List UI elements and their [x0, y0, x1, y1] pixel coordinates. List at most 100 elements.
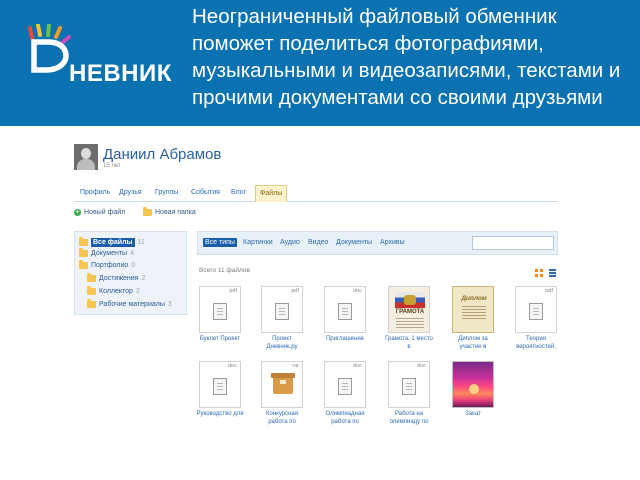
profile-tabs: Профиль Друзья Группы События Блог Файлы [74, 183, 558, 202]
file-name[interactable]: Грамота, 1 место в [384, 336, 434, 351]
certificate-thumbnail[interactable]: ГРАМОТА [388, 286, 430, 333]
sidebar-item-work-materials[interactable]: Рабочие материалы 3 [87, 299, 172, 308]
profile-name[interactable]: Даниил Абрамов [103, 146, 221, 163]
file-ext: pdf [291, 288, 299, 294]
file-ext: doc [228, 363, 237, 369]
file-name[interactable]: Проект Дневник.ру [257, 336, 307, 351]
file-ext: rar [292, 363, 299, 369]
sidebar-item-label: Рабочие материалы [99, 301, 165, 308]
file-name[interactable]: Закат [448, 411, 498, 419]
grid-view-icon[interactable] [535, 269, 543, 277]
new-folder-label: Новая папка [155, 209, 196, 216]
file-thumbnail[interactable]: rar [261, 361, 303, 408]
folder-icon [87, 286, 96, 295]
sidebar-item-count: 3 [167, 301, 172, 308]
filter-archives[interactable]: Архивы [378, 238, 407, 247]
file-name[interactable]: Руководство для [195, 411, 245, 419]
profile-age: 15 лет [103, 163, 121, 169]
file-ext: doc [417, 363, 426, 369]
banner-headline: Неограниченный файловый обменник поможет… [192, 5, 621, 109]
thumbnail-title: Диплом [461, 295, 487, 302]
text-lines [462, 306, 486, 307]
plus-icon: + [74, 209, 81, 216]
filter-documents[interactable]: Документы [334, 238, 374, 247]
sidebar-item-documents[interactable]: Документы 4 [79, 248, 134, 257]
sun-image [469, 384, 479, 394]
file-thumbnail[interactable]: pdf [261, 286, 303, 333]
sidebar-item-portfolio[interactable]: Портфолио 0 [79, 260, 136, 269]
file-ext: doc [353, 363, 362, 369]
sidebar-item-label: Портфолио [91, 262, 129, 269]
document-icon [275, 303, 289, 320]
avatar[interactable] [74, 144, 98, 170]
file-thumbnail[interactable]: pdf [515, 286, 557, 333]
folder-icon [79, 248, 88, 257]
list-view-icon[interactable] [549, 269, 556, 277]
folder-sidebar: Все файлы 11 Документы 4 Портфолио 0 Дос… [74, 231, 187, 315]
file-thumbnail[interactable]: pdf [199, 286, 241, 333]
sidebar-item-count: 4 [130, 250, 134, 257]
sidebar-item-collector[interactable]: Коллектор 2 [87, 286, 140, 295]
diploma-thumbnail[interactable]: Диплом [452, 286, 494, 333]
file-name[interactable]: Теория вероятностей, [511, 336, 561, 351]
logo-text: НЕВНИК [69, 60, 172, 87]
tab-profile[interactable]: Профиль [76, 187, 114, 201]
filter-all-types[interactable]: Все типы [203, 238, 237, 247]
filter-audio[interactable]: Аудио [278, 238, 302, 247]
document-icon [213, 303, 227, 320]
sidebar-item-count: 2 [141, 275, 146, 282]
sidebar-item-count: 2 [135, 288, 140, 295]
tab-blog[interactable]: Блог [227, 187, 250, 201]
archive-box-icon [271, 373, 295, 394]
sidebar-item-achievements[interactable]: Достижения 2 [87, 273, 146, 282]
document-icon [529, 303, 543, 320]
file-name[interactable]: Олимпиадная работа по [320, 411, 370, 426]
file-ext: pdf [229, 288, 237, 294]
file-thumbnail[interactable]: doc [324, 361, 366, 408]
sidebar-item-all-files[interactable]: Все файлы 11 [79, 237, 145, 247]
document-icon [338, 378, 352, 395]
folder-icon [143, 207, 152, 216]
tab-files[interactable]: Файлы [255, 185, 288, 202]
file-thumbnail[interactable]: doc [324, 286, 366, 333]
document-icon [213, 378, 227, 395]
folder-icon [79, 260, 88, 269]
sidebar-item-label: Достижения [99, 275, 139, 282]
sidebar-item-count: 0 [131, 262, 136, 269]
folder-icon [79, 237, 88, 246]
new-folder-button[interactable]: Новая папка [143, 207, 196, 216]
tab-events[interactable]: События [187, 187, 224, 201]
file-name[interactable]: Буклет Проект [195, 336, 245, 344]
header-banner: НЕВНИК Неограниченный файловый обменник … [0, 0, 640, 126]
file-thumbnail[interactable]: doc [199, 361, 241, 408]
document-icon [402, 378, 416, 395]
dnevnik-logo: НЕВНИК [18, 14, 171, 87]
sidebar-item-label: Все файлы [91, 238, 135, 247]
file-name[interactable]: Диплом за участие в [448, 336, 498, 351]
file-name[interactable]: Работа на олимпиаду по [384, 411, 434, 426]
file-type-filter-bar: Все типы Картинки Аудио Видео Документы … [197, 231, 558, 255]
new-file-button[interactable]: + Новый файл [74, 209, 125, 216]
search-input[interactable] [472, 236, 554, 250]
sidebar-item-label: Документы [91, 250, 128, 257]
tab-groups[interactable]: Группы [151, 187, 182, 201]
sidebar-item-label: Коллектор [99, 288, 133, 295]
new-file-label: Новый файл [84, 209, 126, 216]
folder-icon [87, 299, 96, 308]
thumbnail-title: ГРАМОТА [395, 309, 425, 315]
files-count: Всего 11 файлов [199, 267, 250, 274]
tab-friends[interactable]: Друзья [115, 187, 146, 201]
file-name[interactable]: Приглашение [320, 336, 370, 344]
file-name[interactable]: Конкурсная работа по [257, 411, 307, 426]
sunset-photo-thumbnail[interactable] [452, 361, 494, 408]
file-ext: pdf [545, 288, 553, 294]
file-ext: doc [353, 288, 362, 294]
hand-logo-icon [28, 24, 71, 73]
crest-image [404, 295, 416, 305]
folder-icon [87, 273, 96, 282]
filter-images[interactable]: Картинки [241, 238, 275, 247]
filter-video[interactable]: Видео [306, 238, 330, 247]
document-icon [338, 303, 352, 320]
file-thumbnail[interactable]: doc [388, 361, 430, 408]
text-lines [396, 318, 424, 319]
